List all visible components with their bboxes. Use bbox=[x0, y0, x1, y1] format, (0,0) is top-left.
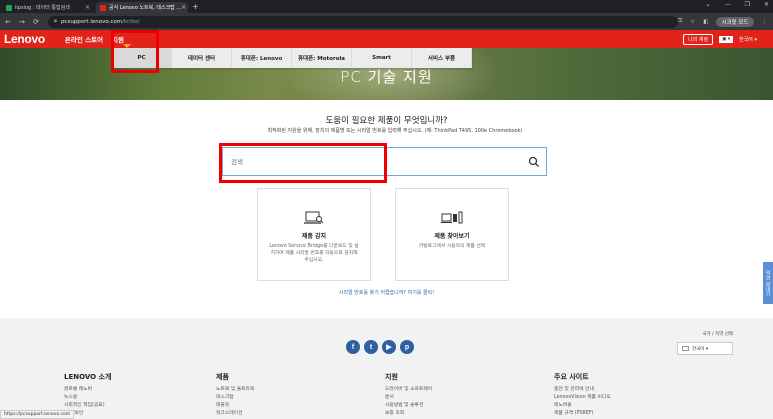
feedback-tab[interactable]: 의견 보내기 bbox=[763, 262, 773, 304]
footer-link[interactable]: 뉴스룸 bbox=[64, 394, 111, 402]
footer-link[interactable]: 사회적인 책임(공표) bbox=[64, 402, 111, 410]
url-bar[interactable]: 🔒︎ pcsupport.lenovo.com/kr/ko/ bbox=[48, 15, 679, 28]
laptop-search-icon bbox=[304, 211, 324, 224]
footer-column-support: 지원 드라이버 및 소프트웨어 문서 사용방법 및 솔루션 보증 조회 bbox=[385, 372, 432, 418]
browse-product-card[interactable]: 제품 찾아보기 카탈로그에서 사용자의 제품 선택 bbox=[395, 188, 509, 281]
submenu-phone-motorola[interactable]: 휴대폰: Motorola bbox=[292, 48, 352, 68]
footer-link[interactable]: 레노버몰 bbox=[554, 402, 611, 410]
submenu-smart[interactable]: Smart bbox=[352, 48, 412, 68]
footer-link[interactable]: 보증 조회 bbox=[385, 410, 432, 418]
back-icon[interactable]: ← bbox=[2, 18, 14, 26]
social-links: f t ▶ p bbox=[346, 340, 414, 354]
highlight-box-support-menu bbox=[111, 30, 159, 73]
tab-title: 공식 Lenovo 노트북, 데스크탑 ... bbox=[109, 5, 182, 11]
footer-column-products: 제품 노트북 및 울트라북 데스크탑 태블릿 워크스테이션 bbox=[216, 372, 254, 418]
key-icon[interactable]: ⚿ bbox=[678, 18, 682, 25]
language-selector[interactable]: 한국어 ▾ bbox=[739, 36, 757, 43]
window-controls: ⌄ — ❐ ✕ bbox=[706, 1, 769, 8]
serial-number-help-link[interactable]: 시리얼 번호를 찾기 어렵습니까? 여기를 클릭! bbox=[0, 289, 773, 296]
devices-icon bbox=[441, 211, 463, 224]
browser-tab-active[interactable]: 공식 Lenovo 노트북, 데스크탑 ... × bbox=[96, 2, 188, 13]
region-label: 국가 / 지역 선택 bbox=[702, 332, 733, 337]
region-selector[interactable]: 한국어 ▾ bbox=[677, 342, 733, 355]
footer-link[interactable]: 노트북 및 울트라북 bbox=[216, 386, 254, 394]
lenovo-favicon-icon bbox=[100, 4, 106, 11]
search-icon[interactable] bbox=[528, 156, 540, 168]
card-title: 제품 찾아보기 bbox=[434, 233, 470, 240]
close-tab-icon[interactable]: × bbox=[181, 4, 186, 11]
flag-icon bbox=[682, 346, 689, 351]
url-host: pcsupport.lenovo.com bbox=[60, 18, 123, 25]
submenu-phone-lenovo[interactable]: 휴대폰: Lenovo bbox=[232, 48, 292, 68]
card-description: 카탈로그에서 사용자의 제품 선택 bbox=[418, 244, 486, 249]
footer-link[interactable]: 글로벌 레노버 bbox=[64, 386, 111, 394]
facebook-icon[interactable]: f bbox=[346, 340, 360, 354]
new-tab-button[interactable]: + bbox=[192, 2, 199, 13]
status-bar-url: https://pcsupport.lenovo.com bbox=[0, 410, 75, 419]
footer-link[interactable]: 데스크탑 bbox=[216, 394, 254, 402]
footer-link[interactable]: LenovoVision 제품 비디오 bbox=[554, 394, 611, 402]
close-window-icon[interactable]: ✕ bbox=[764, 1, 769, 8]
pinterest-icon[interactable]: p bbox=[400, 340, 414, 354]
minimize-icon[interactable]: — bbox=[725, 1, 731, 8]
site-footer: 국가 / 지역 선택 한국어 ▾ f t ▶ p LENOVO 소개 글로벌 레… bbox=[0, 318, 773, 419]
flag-selector[interactable]: ▣ ▾ bbox=[719, 35, 734, 43]
highlight-box-search bbox=[219, 143, 387, 183]
favicon-icon bbox=[6, 4, 12, 11]
footer-link[interactable]: 사용방법 및 솔루션 bbox=[385, 402, 432, 410]
lock-icon[interactable]: 🔒︎ bbox=[54, 18, 57, 25]
address-toolbar: ← → ⟳ 🔒︎ pcsupport.lenovo.com/kr/ko/ ⚿ ☆… bbox=[0, 13, 773, 30]
footer-link[interactable]: 문서 bbox=[385, 394, 432, 402]
footer-heading: 지원 bbox=[385, 373, 398, 381]
support-submenu: PC 데이터 센터 휴대폰: Lenovo 휴대폰: Motorola Smar… bbox=[112, 48, 472, 68]
card-title: 제품 감지 bbox=[301, 233, 327, 240]
browser-tab-bar: lipslog : 데이터 통합검색 × 공식 Lenovo 노트북, 데스크탑… bbox=[0, 0, 773, 13]
tab-title: lipslog : 데이터 통합검색 bbox=[15, 5, 70, 11]
card-description: Lenovo Service Bridge를 다운로드 및 설치하여 제품 시리… bbox=[269, 244, 359, 263]
footer-heading: LENOVO 소개 bbox=[64, 373, 112, 381]
lenovo-logo[interactable]: Lenovo bbox=[4, 32, 45, 46]
footer-link[interactable]: 드라이버 및 소프트웨어 bbox=[385, 386, 432, 394]
profile-button[interactable]: 시크릿 모드 bbox=[716, 16, 754, 27]
nav-online-store[interactable]: 온라인 스토어 bbox=[65, 34, 103, 44]
forward-icon[interactable]: → bbox=[16, 18, 28, 26]
footer-link[interactable]: 태블릿 bbox=[216, 402, 254, 410]
my-account-button[interactable]: 나의 계정 bbox=[683, 33, 714, 45]
reload-icon[interactable]: ⟳ bbox=[30, 18, 42, 26]
region-value: 한국어 ▾ bbox=[692, 346, 709, 352]
close-tab-icon[interactable]: × bbox=[85, 4, 90, 11]
footer-column-sites: 주요 사이트 충전 및 관리에 안내 LenovoVision 제품 비디오 레… bbox=[554, 372, 611, 418]
menu-icon[interactable]: ⋮ bbox=[762, 19, 768, 25]
submenu-datacenter[interactable]: 데이터 센터 bbox=[172, 48, 232, 68]
star-icon[interactable]: ☆ bbox=[690, 19, 695, 25]
restore-icon[interactable]: ❐ bbox=[745, 1, 750, 8]
search-question: 도움이 필요한 제품이 무엇입니까? bbox=[325, 116, 448, 126]
search-hint: 최적화된 지원을 위해, 장치의 제품명 또는 시리얼 번호를 입력해 주십시오… bbox=[267, 128, 523, 134]
url-path: /kr/ko/ bbox=[122, 18, 140, 25]
footer-heading: 제품 bbox=[216, 373, 229, 381]
sidebar-icon[interactable]: ◧ bbox=[703, 19, 708, 25]
footer-link[interactable]: 제품 규격 (PSREF) bbox=[554, 410, 611, 418]
footer-heading: 주요 사이트 bbox=[554, 373, 589, 381]
footer-link[interactable]: 워크스테이션 bbox=[216, 410, 254, 418]
twitter-icon[interactable]: t bbox=[364, 340, 378, 354]
youtube-icon[interactable]: ▶ bbox=[382, 340, 396, 354]
browser-tab[interactable]: lipslog : 데이터 통합검색 × bbox=[2, 2, 94, 13]
submenu-service-parts[interactable]: 서비스 부품 bbox=[412, 48, 472, 68]
tab-search-icon[interactable]: ⌄ bbox=[706, 1, 711, 8]
footer-link[interactable]: 충전 및 관리에 안내 bbox=[554, 386, 611, 394]
detect-product-card[interactable]: 제품 감지 Lenovo Service Bridge를 다운로드 및 설치하여… bbox=[257, 188, 371, 281]
